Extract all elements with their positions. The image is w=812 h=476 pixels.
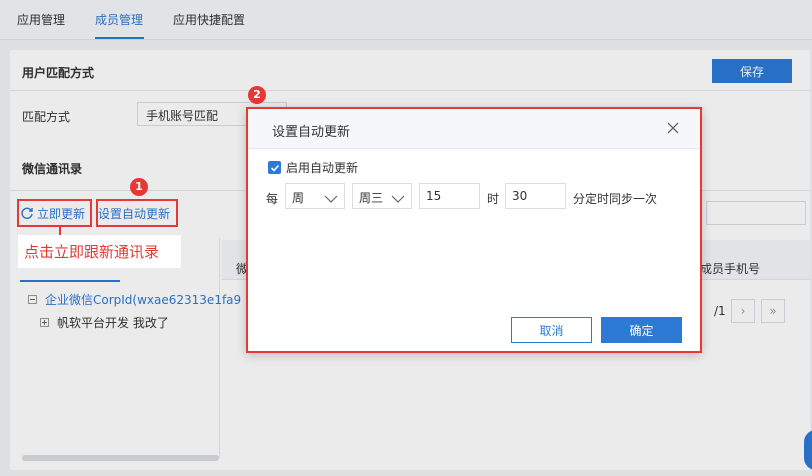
chevron-down-icon	[324, 192, 338, 206]
annotation-box-refresh	[17, 199, 92, 227]
enable-auto-update-label: 启用自动更新	[286, 161, 359, 175]
hour-unit-label: 时	[487, 192, 500, 206]
period-select[interactable]: 周	[285, 183, 345, 209]
checkmark-icon	[270, 164, 279, 172]
cancel-button[interactable]: 取消	[511, 317, 592, 343]
minute-input[interactable]: 30	[505, 183, 566, 209]
auto-update-dialog: 设置自动更新 启用自动更新 每 周 周三 15 时 30 分定时同步一次 取消 …	[246, 107, 702, 353]
annotation-marker-2: 2	[248, 86, 266, 104]
dialog-header: 设置自动更新	[248, 109, 700, 149]
annotation-callout: 点击立即跟新通讯录	[18, 235, 181, 268]
hour-input[interactable]: 15	[419, 183, 480, 209]
dialog-title: 设置自动更新	[272, 125, 351, 140]
enable-auto-update-row[interactable]: 启用自动更新	[268, 159, 358, 176]
annotation-box-auto-update	[96, 199, 178, 227]
period-value: 周	[292, 191, 305, 205]
close-icon[interactable]	[664, 119, 682, 137]
confirm-button[interactable]: 确定	[601, 317, 682, 343]
annotation-marker-1: 1	[130, 178, 148, 196]
weekday-value: 周三	[359, 191, 384, 205]
enable-auto-update-checkbox[interactable]	[268, 161, 281, 174]
chevron-down-icon	[391, 192, 405, 206]
minute-unit-label: 分定时同步一次	[573, 192, 658, 206]
weekday-select[interactable]: 周三	[352, 183, 412, 209]
every-label: 每	[266, 192, 279, 206]
